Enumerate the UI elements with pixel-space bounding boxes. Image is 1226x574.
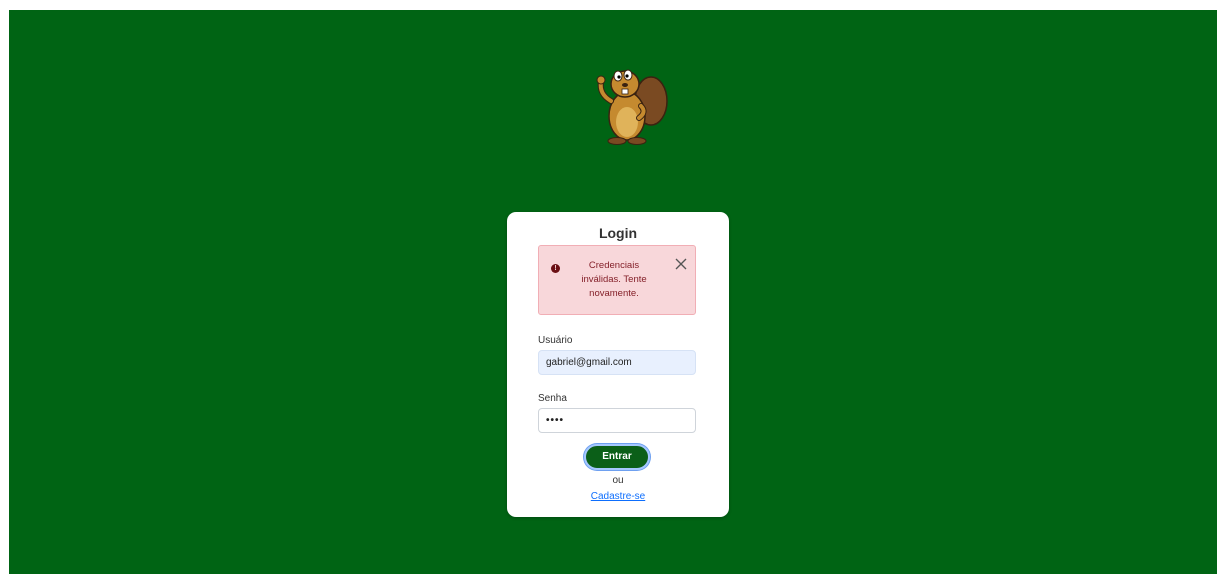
close-icon[interactable] [674, 257, 688, 271]
username-input[interactable]: gabriel@gmail.com [538, 350, 696, 375]
login-title: Login [598, 225, 638, 241]
top-cropped-strip [0, 0, 1226, 10]
password-input[interactable]: •••• [538, 408, 696, 433]
or-separator: ou [612, 475, 624, 486]
page-background: Login ! Credenciais inválidas. Tente nov… [9, 10, 1217, 574]
login-card: Login ! Credenciais inválidas. Tente nov… [507, 212, 729, 517]
username-label: Usuário [538, 335, 573, 346]
exclamation-circle-icon: ! [551, 264, 560, 273]
login-button[interactable]: Entrar [584, 444, 650, 470]
beaver-mascot-icon [596, 69, 668, 145]
signup-link[interactable]: Cadastre-se [507, 491, 729, 502]
error-alert: ! Credenciais inválidas. Tente novamente… [538, 245, 696, 315]
error-message: Credenciais inválidas. Tente novamente. [581, 260, 647, 299]
password-label: Senha [538, 393, 567, 404]
